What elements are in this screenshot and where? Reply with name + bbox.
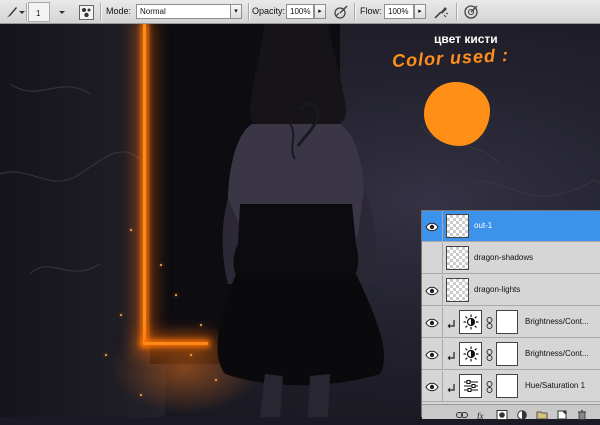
flow-input[interactable]: 100%	[384, 4, 414, 19]
layer-row[interactable]: out-1	[422, 211, 600, 242]
layer-name: Brightness/Cont...	[525, 317, 589, 326]
mask-link-icon[interactable]	[485, 316, 494, 329]
layer-row[interactable]: Brightness/Cont...	[422, 307, 600, 338]
new-group-icon[interactable]	[536, 407, 548, 420]
opacity-slider-arrow-icon[interactable]: ▸	[314, 4, 326, 19]
mask-link-icon[interactable]	[485, 380, 494, 393]
glow-frame-left	[143, 24, 146, 344]
brightness-contrast-icon[interactable]	[459, 342, 482, 366]
fx-icon[interactable]: fx	[476, 407, 488, 421]
mode-select-arrow-icon[interactable]: ▾	[230, 4, 242, 19]
layer-row[interactable]: Brightness/Cont...	[422, 339, 600, 370]
brush-picker-dropdown-icon[interactable]	[58, 4, 66, 20]
pressure-size-icon[interactable]	[462, 4, 480, 20]
options-bar: 1 Mode: Normal ▾ Opacity: 100% ▸ Flow: 1…	[0, 0, 600, 24]
add-mask-icon[interactable]	[496, 407, 508, 420]
layer-thumbnail	[446, 214, 469, 238]
brightness-contrast-icon[interactable]	[459, 310, 482, 334]
svg-text:fx: fx	[477, 411, 484, 420]
flow-slider-arrow-icon[interactable]: ▸	[414, 4, 426, 19]
pressure-opacity-icon[interactable]	[332, 4, 350, 20]
brush-panel-toggle-icon[interactable]	[78, 4, 94, 20]
mode-label: Mode:	[106, 6, 132, 16]
layer-row[interactable]: dragon-shadows	[422, 243, 600, 274]
visibility-eye-icon[interactable]	[425, 316, 439, 328]
layer-name: Brightness/Cont...	[525, 349, 589, 358]
layer-thumbnail	[446, 278, 469, 302]
hue-saturation-icon[interactable]	[459, 374, 482, 398]
visibility-eye-icon[interactable]	[425, 220, 439, 232]
layer-row[interactable]: dragon-lights	[422, 275, 600, 306]
woman-figure	[217, 24, 385, 417]
brush-color-swatch	[424, 82, 490, 146]
visibility-eye-icon[interactable]	[425, 284, 439, 296]
layer-mask-thumbnail[interactable]	[496, 374, 518, 398]
layer-name: out-1	[474, 221, 493, 230]
new-adjustment-icon[interactable]	[516, 407, 528, 420]
visibility-eye-icon[interactable]	[425, 252, 439, 264]
visibility-eye-icon[interactable]	[425, 380, 439, 392]
opacity-label: Opacity:	[252, 6, 286, 16]
opacity-input[interactable]: 100%	[286, 4, 314, 19]
visibility-eye-icon[interactable]	[425, 348, 439, 360]
brush-color-label-ru: цвет кисти	[434, 32, 498, 46]
flow-label: Flow:	[360, 6, 382, 16]
tool-preset-dropdown-icon[interactable]	[18, 4, 26, 20]
layer-mask-thumbnail[interactable]	[496, 342, 518, 366]
clipping-mask-icon	[447, 381, 456, 393]
clipping-mask-icon	[447, 349, 456, 361]
new-layer-icon[interactable]	[556, 407, 568, 420]
mask-link-icon[interactable]	[485, 348, 494, 361]
clipping-mask-icon	[447, 317, 456, 329]
link-layers-icon[interactable]	[456, 407, 468, 418]
layers-panel: out-1 dragon-shadows dragon-lights Brightne…	[421, 210, 600, 421]
layer-mask-thumbnail[interactable]	[496, 310, 518, 334]
mode-select[interactable]: Normal	[136, 4, 234, 19]
airbrush-icon[interactable]	[432, 4, 450, 20]
layer-name: Hue/Saturation 1	[525, 381, 586, 390]
delete-layer-icon[interactable]	[576, 407, 588, 420]
layer-row[interactable]: Hue/Saturation 1	[422, 371, 600, 402]
layer-thumbnail	[446, 246, 469, 270]
layer-name: dragon-lights	[474, 285, 521, 294]
layer-name: dragon-shadows	[474, 253, 534, 262]
brush-size-value: 1	[36, 9, 41, 18]
